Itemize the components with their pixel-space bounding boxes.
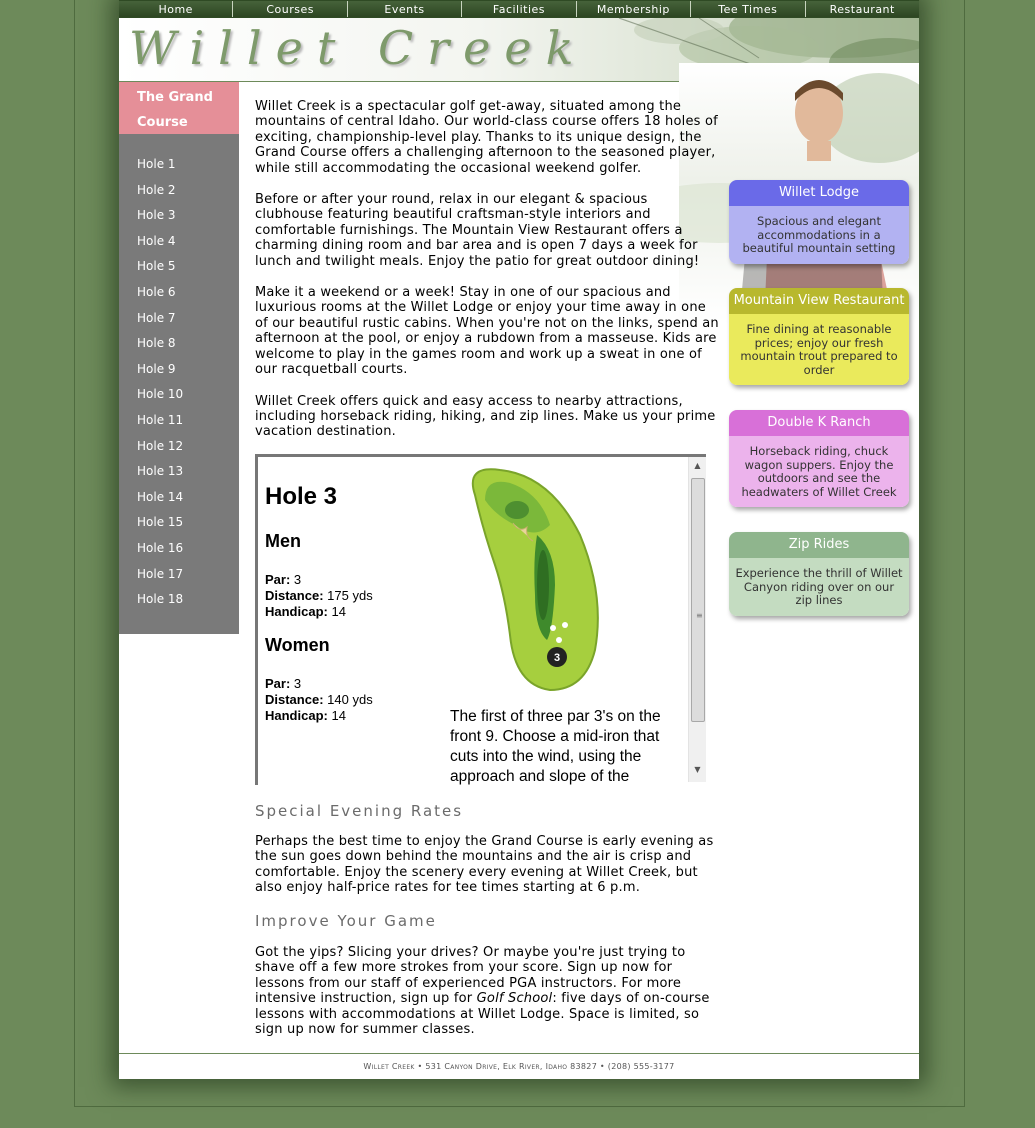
sidebar-item-hole-12[interactable]: Hole 12 — [119, 436, 239, 462]
sidebar-item-hole-10[interactable]: Hole 10 — [119, 384, 239, 410]
sidebar-heading[interactable]: The Grand Course — [119, 82, 239, 134]
handicap-label: Handicap: — [265, 708, 328, 723]
card-title: Mountain View Restaurant — [729, 288, 909, 314]
sidebar-item-hole-5[interactable]: Hole 5 — [119, 256, 239, 282]
sidebar-item-hole-7[interactable]: Hole 7 — [119, 308, 239, 334]
women-distance: Distance: 140 yds — [265, 692, 373, 708]
card-body: Fine dining at reasonable prices; enjoy … — [729, 314, 909, 385]
sidebar-item-hole-2[interactable]: Hole 2 — [119, 180, 239, 206]
sidebar-item-hole-13[interactable]: Hole 13 — [119, 461, 239, 487]
women-distance-value: 140 yds — [327, 692, 373, 707]
card-willet-lodge[interactable]: Willet Lodge Spacious and elegant accomm… — [729, 180, 909, 264]
site-logo[interactable]: Willet Creek — [129, 18, 587, 78]
clubhouse-paragraph: Before or after your round, relax in our… — [255, 192, 700, 269]
improve-game-heading: Improve Your Game — [255, 912, 437, 930]
sidebar-item-hole-9[interactable]: Hole 9 — [119, 359, 239, 385]
sidebar-item-hole-17[interactable]: Hole 17 — [119, 564, 239, 590]
attractions-paragraph: Willet Creek offers quick and easy acces… — [255, 393, 716, 440]
men-heading: Men — [265, 531, 301, 551]
hole-title: Hole 3 — [265, 483, 338, 510]
distance-label: Distance: — [265, 588, 324, 603]
men-distance-value: 175 yds — [327, 588, 373, 603]
men-par: Par: 3 — [265, 572, 301, 588]
sidebar-item-hole-11[interactable]: Hole 11 — [119, 410, 239, 436]
women-handicap-value: 14 — [331, 708, 346, 723]
intro-paragraph: Willet Creek is a spectacular golf get-a… — [255, 99, 718, 176]
sidebar-item-hole-3[interactable]: Hole 3 — [119, 205, 239, 231]
hole-description: The first of three par 3's on the front … — [450, 708, 661, 785]
par-label: Par: — [265, 676, 291, 691]
page-container: Home Courses Events Facilities Membershi… — [119, 0, 919, 1079]
men-handicap-value: 14 — [331, 604, 346, 619]
sidebar-item-hole-15[interactable]: Hole 15 — [119, 512, 239, 538]
card-double-k-ranch[interactable]: Double K Ranch Horseback riding, chuck w… — [729, 410, 909, 507]
women-par: Par: 3 — [265, 676, 301, 692]
women-heading: Women — [265, 635, 330, 655]
nav-tee-times[interactable]: Tee Times — [691, 1, 806, 17]
women-handicap: Handicap: 14 — [265, 708, 346, 724]
card-title: Zip Rides — [729, 532, 909, 558]
men-handicap: Handicap: 14 — [265, 604, 346, 620]
card-title: Double K Ranch — [729, 410, 909, 436]
distance-label: Distance: — [265, 692, 324, 707]
par-label: Par: — [265, 572, 291, 587]
hole-detail-frame[interactable]: Hole 3 Men Par: 3 Distance: 175 yds Hand… — [255, 454, 706, 785]
sidebar-item-hole-14[interactable]: Hole 14 — [119, 487, 239, 513]
hole-list: Hole 1 Hole 2 Hole 3 Hole 4 Hole 5 Hole … — [119, 134, 239, 615]
card-title: Willet Lodge — [729, 180, 909, 206]
hole-map-image: 3 — [471, 468, 599, 692]
sidebar-item-hole-16[interactable]: Hole 16 — [119, 538, 239, 564]
sidebar-item-hole-18[interactable]: Hole 18 — [119, 589, 239, 615]
scroll-thumb[interactable]: ≡ — [691, 478, 705, 722]
card-body: Horseback riding, chuck wagon suppers. E… — [729, 436, 909, 507]
handicap-label: Handicap: — [265, 604, 328, 619]
main-content: Willet Creek is a spectacular golf get-a… — [255, 99, 720, 456]
golf-school-link: Golf School — [476, 991, 553, 1007]
women-par-value: 3 — [293, 676, 302, 691]
nav-membership[interactable]: Membership — [576, 1, 692, 17]
sidebar-item-hole-8[interactable]: Hole 8 — [119, 333, 239, 359]
card-mountain-view-restaurant[interactable]: Mountain View Restaurant Fine dining at … — [729, 288, 909, 385]
hole-marker-number: 3 — [554, 652, 560, 664]
nav-home[interactable]: Home — [119, 1, 234, 17]
card-zip-rides[interactable]: Zip Rides Experience the thrill of Wille… — [729, 532, 909, 616]
nav-events[interactable]: Events — [347, 1, 463, 17]
evening-rates-text: Perhaps the best time to enjoy the Grand… — [255, 834, 714, 896]
sidebar-item-hole-4[interactable]: Hole 4 — [119, 231, 239, 257]
footer-address: Willet Creek • 531 Canyon Drive, Elk Riv… — [119, 1053, 919, 1080]
frame-scrollbar[interactable]: ▲ ≡ ▼ — [688, 457, 706, 782]
evening-rates-heading: Special Evening Rates — [255, 802, 464, 820]
scroll-down-icon[interactable]: ▼ — [689, 763, 706, 777]
top-nav: Home Courses Events Facilities Membershi… — [119, 0, 919, 18]
card-body: Experience the thrill of Willet Canyon r… — [729, 558, 909, 616]
card-body: Spacious and elegant accommodations in a… — [729, 206, 909, 264]
sidebar-item-hole-6[interactable]: Hole 6 — [119, 282, 239, 308]
lodging-paragraph: Make it a weekend or a week! Stay in one… — [255, 285, 719, 378]
sidebar-item-hole-1[interactable]: Hole 1 — [119, 154, 239, 180]
improve-game-text: Got the yips? Slicing your drives? Or ma… — [255, 945, 720, 1037]
scroll-up-icon[interactable]: ▲ — [689, 459, 706, 473]
men-distance: Distance: 175 yds — [265, 588, 373, 604]
nav-facilities[interactable]: Facilities — [462, 1, 577, 17]
nav-courses[interactable]: Courses — [233, 1, 348, 17]
grip-icon: ≡ — [696, 611, 703, 620]
nav-restaurant[interactable]: Restaurant — [805, 1, 919, 17]
sidebar: The Grand Course Hole 1 Hole 2 Hole 3 Ho… — [119, 82, 239, 634]
men-par-value: 3 — [293, 572, 302, 587]
